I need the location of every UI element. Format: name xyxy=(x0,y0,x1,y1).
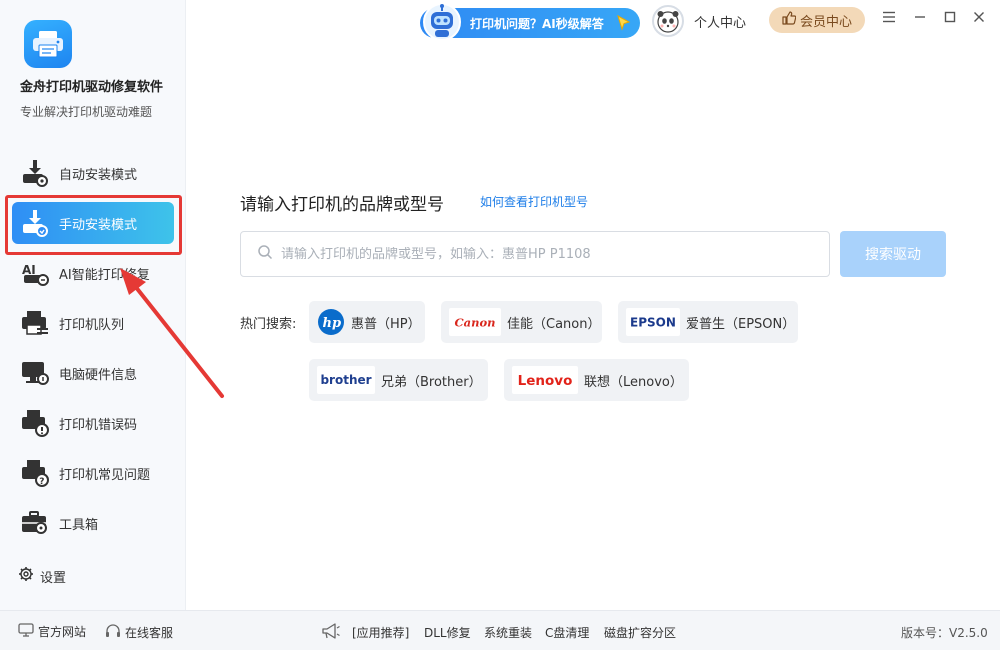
svg-text:AI: AI xyxy=(22,263,36,277)
avatar[interactable] xyxy=(652,5,684,37)
sidebar-menu: 自动安装模式 手动安装模式 AI AI智能打印修复 打印机队列 电脑硬件信息 打… xyxy=(0,148,186,548)
menu-button[interactable] xyxy=(880,10,898,28)
ai-assistant-button[interactable]: 打印机问题？AI秒级解答 xyxy=(420,3,640,41)
how-to-find-model-link[interactable]: 如何查看打印机型号 xyxy=(480,193,588,210)
ai-repair-icon: AI xyxy=(20,258,50,288)
sidebar: 金舟打印机驱动修复软件 专业解决打印机驱动难题 自动安装模式 手动安装模式 AI… xyxy=(0,0,186,610)
brother-logo: brother xyxy=(317,366,375,394)
search-icon xyxy=(257,244,273,264)
brand-name: 联想（Lenovo） xyxy=(584,374,683,390)
official-site-link[interactable]: 官方网站 xyxy=(18,623,86,640)
gear-icon xyxy=(18,566,34,586)
online-service-label: 在线客服 xyxy=(125,626,174,640)
footer: 官方网站 在线客服 [应用推荐] DLL修复 系统重装 C盘清理 磁盘扩容分区 … xyxy=(0,610,1000,650)
robot-icon xyxy=(422,2,462,42)
monitor-icon xyxy=(20,358,50,388)
page-title: 请输入打印机的品牌或型号 xyxy=(240,195,444,215)
thumbs-up-icon xyxy=(782,11,797,29)
sidebar-item-manual-install[interactable]: 手动安装模式 xyxy=(0,198,186,248)
lenovo-logo: Lenovo xyxy=(512,366,578,394)
brand-name: 兄弟（Brother） xyxy=(381,374,482,390)
sidebar-item-hardware-info[interactable]: 电脑硬件信息 xyxy=(0,348,186,398)
brand-chip-lenovo[interactable]: Lenovo 联想（Lenovo） xyxy=(504,359,689,401)
brand-chip-epson[interactable]: EPSON 爱普生（EPSON） xyxy=(618,301,798,343)
printer-faq-icon: ? xyxy=(20,458,50,488)
printer-logo-icon xyxy=(24,20,72,68)
maximize-button[interactable] xyxy=(941,10,959,28)
search-field[interactable] xyxy=(240,231,830,277)
sidebar-item-error-codes[interactable]: 打印机错误码 xyxy=(0,398,186,448)
printer-queue-icon xyxy=(20,308,50,338)
sidebar-item-toolbox[interactable]: 工具箱 xyxy=(0,498,186,548)
svg-text:?: ? xyxy=(39,477,44,487)
sidebar-item-label: 打印机错误码 xyxy=(59,417,138,433)
sidebar-item-label: 电脑硬件信息 xyxy=(59,367,138,383)
vip-center-label: 会员中心 xyxy=(799,14,852,30)
brand-name: 爱普生（EPSON） xyxy=(686,316,796,332)
minimize-button[interactable] xyxy=(911,10,929,28)
cursor-click-icon xyxy=(616,14,632,36)
sidebar-item-label: 打印机常见问题 xyxy=(59,467,151,483)
sidebar-item-label: AI智能打印修复 xyxy=(59,267,150,283)
footer-link-system-reinstall[interactable]: 系统重装 xyxy=(484,624,532,641)
brand-chip-canon[interactable]: Canon 佳能（Canon） xyxy=(441,301,602,343)
settings-button[interactable]: 设置 xyxy=(18,566,66,586)
footer-link-dll-repair[interactable]: DLL修复 xyxy=(424,624,471,641)
sidebar-item-label: 工具箱 xyxy=(59,517,99,533)
svg-text:Canon: Canon xyxy=(455,316,496,330)
maximize-icon xyxy=(944,11,956,27)
hamburger-icon xyxy=(882,11,896,27)
brand-name: 佳能（Canon） xyxy=(507,316,601,332)
auto-install-icon xyxy=(20,158,50,188)
footer-link-c-drive-clean[interactable]: C盘清理 xyxy=(545,624,589,641)
sidebar-item-label: 手动安装模式 xyxy=(59,217,138,233)
toolbox-icon xyxy=(20,508,50,538)
sidebar-item-label: 自动安装模式 xyxy=(59,167,138,183)
footer-link-app-recommend[interactable]: [应用推荐] xyxy=(352,624,409,641)
svg-text:EPSON: EPSON xyxy=(630,316,676,330)
ai-assistant-label: 打印机问题？AI秒级解答 xyxy=(470,17,604,31)
close-icon xyxy=(973,11,985,27)
brand-chip-brother[interactable]: brother 兄弟（Brother） xyxy=(309,359,488,401)
minimize-icon xyxy=(914,11,926,27)
official-site-label: 官方网站 xyxy=(38,625,87,639)
hot-search-label: 热门搜索: xyxy=(240,317,297,332)
printer-error-icon xyxy=(20,408,50,438)
svg-text:hp: hp xyxy=(323,316,342,331)
canon-logo: Canon xyxy=(449,308,501,336)
sidebar-item-faq[interactable]: ? 打印机常见问题 xyxy=(0,448,186,498)
headset-icon xyxy=(105,623,121,642)
settings-label: 设置 xyxy=(40,570,67,586)
megaphone-icon xyxy=(321,622,341,644)
search-input[interactable] xyxy=(281,246,821,262)
hp-logo: hp xyxy=(317,308,345,336)
version-label: 版本号：V2.5.0 xyxy=(901,626,988,640)
svg-text:Lenovo: Lenovo xyxy=(518,373,573,389)
vip-center-button[interactable]: 会员中心 xyxy=(769,7,865,33)
app-title: 金舟打印机驱动修复软件 xyxy=(20,80,164,95)
epson-logo: EPSON xyxy=(626,308,680,336)
monitor-small-icon xyxy=(18,623,34,640)
brand-chip-hp[interactable]: hp 惠普（HP） xyxy=(309,301,425,343)
sidebar-item-auto-install[interactable]: 自动安装模式 xyxy=(0,148,186,198)
close-button[interactable] xyxy=(970,10,988,28)
footer-link-disk-partition[interactable]: 磁盘扩容分区 xyxy=(604,624,676,641)
sidebar-item-ai-repair[interactable]: AI AI智能打印修复 xyxy=(0,248,186,298)
manual-install-icon xyxy=(20,208,50,238)
sidebar-item-printer-queue[interactable]: 打印机队列 xyxy=(0,298,186,348)
app-subtitle: 专业解决打印机驱动难题 xyxy=(20,105,153,119)
svg-text:brother: brother xyxy=(320,373,371,387)
sidebar-item-label: 打印机队列 xyxy=(59,317,125,333)
online-service-link[interactable]: 在线客服 xyxy=(105,623,173,642)
search-driver-button[interactable]: 搜索驱动 xyxy=(840,231,946,277)
personal-center-link[interactable]: 个人中心 xyxy=(694,12,746,31)
brand-name: 惠普（HP） xyxy=(351,316,421,332)
